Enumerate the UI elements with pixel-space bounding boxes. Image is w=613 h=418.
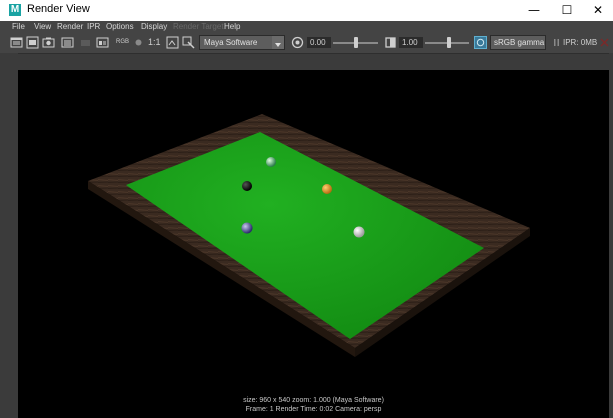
render-info-bar: size: 960 x 540 zoom: 1.000 (Maya Softwa… [18,395,609,418]
remove-image-icon[interactable] [79,36,92,49]
menu-ipr[interactable]: IPR [87,21,100,33]
gamma-slider-handle[interactable] [447,37,451,48]
menu-render[interactable]: Render [57,21,83,33]
rendered-image [88,114,530,357]
billiard-ball-green [266,157,276,167]
render-size-info: size: 960 x 540 zoom: 1.000 (Maya Softwa… [243,397,384,404]
menu-render-target: Render Target [173,22,224,31]
maximize-button[interactable]: ☐ [552,0,582,21]
menu-bar: File View Render IPR Options Display Ren… [0,21,613,33]
frame-region-icon[interactable] [182,36,195,49]
left-panel-edge [0,53,18,418]
title-bar: M Render View — ☐ ✕ [0,0,613,22]
menu-options[interactable]: Options [106,21,134,33]
gamma-reset-icon[interactable] [384,36,397,49]
display-channels-icon[interactable] [96,36,109,49]
maya-app-icon: M [9,4,21,16]
frame-image-icon[interactable] [166,36,179,49]
pause-ipr-icon[interactable] [550,36,563,49]
render-frame-info: Frame: 1 Render Time: 0:02 Camera: persp [245,406,382,413]
view-transform-value: sRGB gamma [494,38,545,47]
keep-image-icon[interactable] [61,36,74,49]
redo-render-icon[interactable] [10,36,23,49]
gamma-field[interactable]: 1.00 [399,37,423,48]
render-viewport[interactable] [18,70,609,395]
close-button[interactable]: ✕ [583,0,613,21]
billiard-ball-blue [241,222,253,234]
exposure-reset-icon[interactable] [291,36,304,49]
stop-ipr-icon[interactable] [598,36,611,49]
snapshot-camera-icon[interactable] [42,36,55,49]
billiard-ball-black [242,181,252,191]
render-region-icon[interactable] [26,36,39,49]
rgb-channel-button[interactable]: RGB [116,36,129,49]
renderer-value: Maya Software [204,38,258,47]
alpha-channel-icon[interactable] [132,36,145,49]
menu-view[interactable]: View [34,21,51,33]
billiard-ball-orange [322,184,332,194]
billiard-ball-cue [353,226,365,238]
right-panel-edge [609,53,613,418]
exposure-slider-handle[interactable] [354,37,358,48]
real-size-button[interactable]: 1:1 [148,36,161,49]
menu-file[interactable]: File [12,21,25,33]
color-management-icon[interactable] [474,36,487,49]
renderer-dropdown[interactable]: Maya Software [199,35,285,50]
render-toolbar: RGB 1:1 Maya Software 0.00 1.00 sRGB gam… [0,33,613,54]
menu-help[interactable]: Help [224,21,240,33]
menu-display[interactable]: Display [141,21,167,33]
minimize-button[interactable]: — [519,0,549,21]
view-transform-dropdown[interactable]: sRGB gamma [490,35,546,50]
exposure-field[interactable]: 0.00 [307,37,331,48]
dropdown-arrow-icon [272,36,284,49]
window-title: Render View [27,3,90,15]
ipr-memory-label: IPR: 0MB [563,38,598,47]
